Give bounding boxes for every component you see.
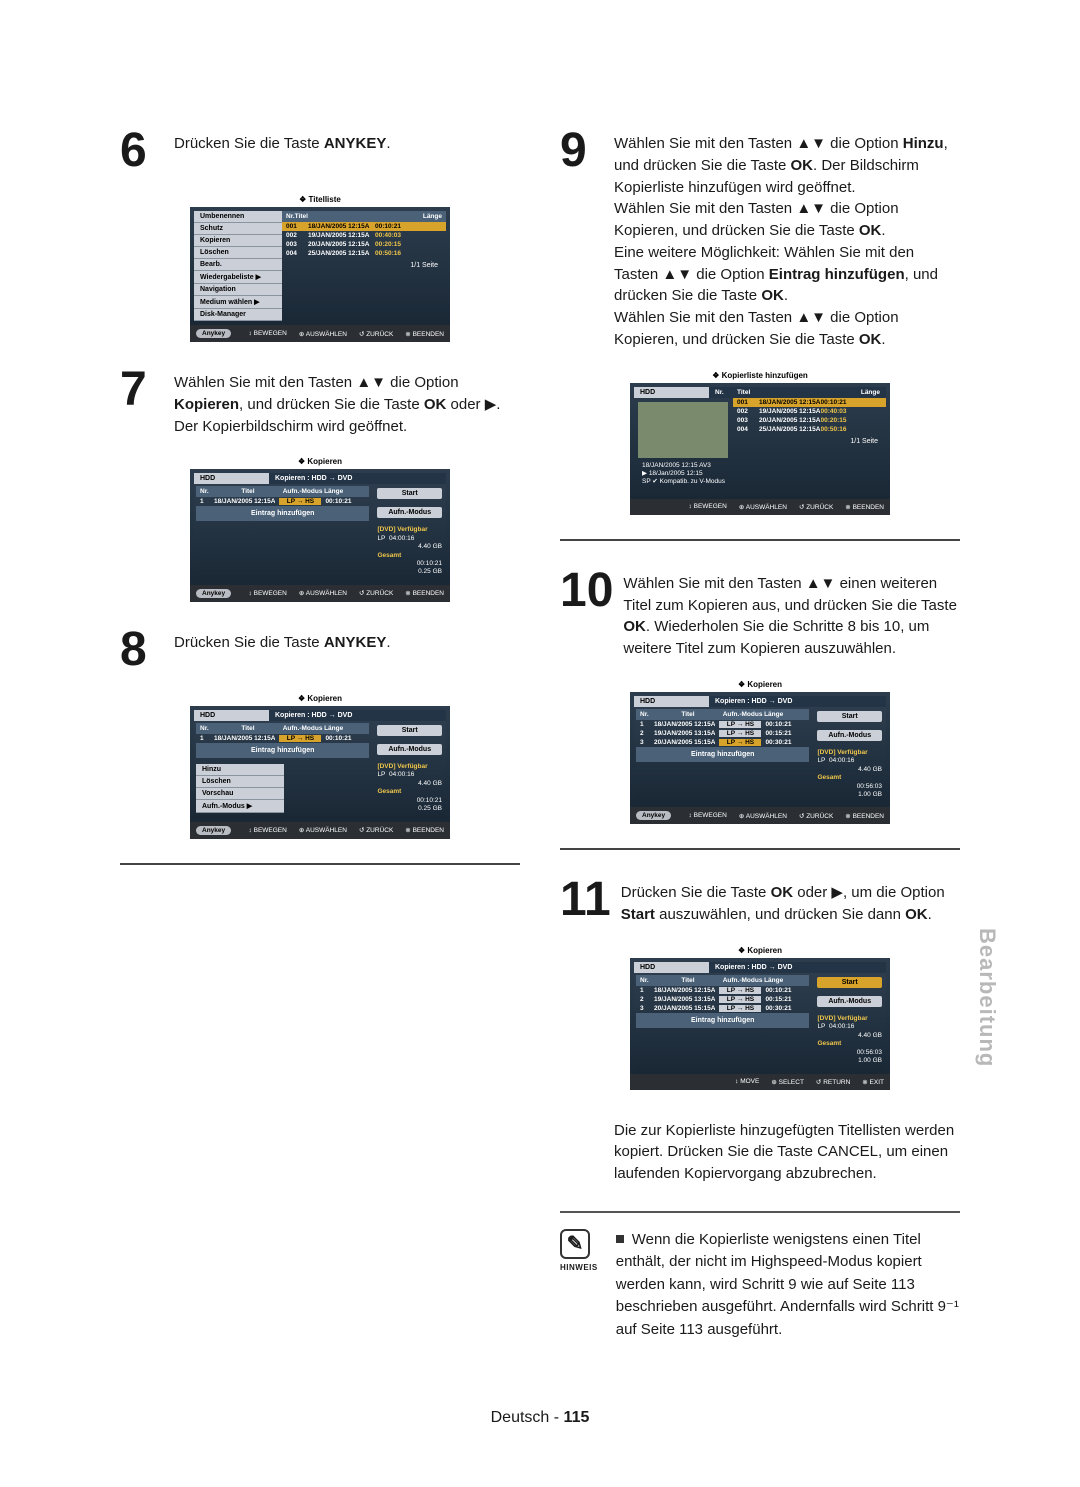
- menu-vorschau[interactable]: Vorschau: [196, 788, 284, 800]
- aufn-button[interactable]: Aufn.-Modus: [817, 996, 882, 1007]
- table-row[interactable]: 00118/JAN/2005 12:15A00:10:21: [282, 222, 446, 231]
- menu-loeschen[interactable]: Löschen: [194, 247, 282, 259]
- menu-bearb[interactable]: Bearb.: [194, 259, 282, 271]
- step-text: Drücken Sie die Taste ANYKEY.: [174, 626, 391, 674]
- dvd-info: [DVD] Verfügbar LP 04:00:16 4.40 GB Gesa…: [377, 526, 442, 577]
- menu-diskmgr[interactable]: Disk-Manager: [194, 309, 282, 321]
- side-tab-bearbeitung: Bearbeitung: [974, 928, 1000, 1067]
- step-text: Wählen Sie mit den Tasten ▲▼ die Option …: [614, 127, 960, 351]
- screenshot-kopieren-2: ❖ Kopieren HDDKopieren : HDD → DVD Nr.Ti…: [190, 694, 450, 839]
- menu-medium[interactable]: Medium wählen: [194, 296, 282, 309]
- note-icon: ✎: [560, 1229, 590, 1259]
- menu-wiedergabeliste[interactable]: Wiedergabeliste: [194, 271, 282, 284]
- table-row[interactable]: 00425/JAN/2005 12:15A00:50:16: [282, 249, 446, 258]
- aufn-button[interactable]: Aufn.-Modus: [377, 507, 442, 518]
- left-column: 6 Drücken Sie die Taste ANYKEY. ❖ Titell…: [120, 127, 520, 891]
- screenshot-title: ❖ Kopierliste hinzufügen: [630, 371, 890, 383]
- step-11: 11 Drücken Sie die Taste OK oder ▶, um d…: [560, 876, 960, 926]
- table-row[interactable]: 118/JAN/2005 12:15ALP → HS00:10:21: [636, 720, 809, 729]
- right-column: 9 Wählen Sie mit den Tasten ▲▼ die Optio…: [560, 127, 960, 1341]
- screenshot-title: ❖ Titelliste: [190, 195, 450, 207]
- step-9: 9 Wählen Sie mit den Tasten ▲▼ die Optio…: [560, 127, 960, 351]
- table-row[interactable]: 320/JAN/2005 15:15ALP → HS00:30:21: [636, 738, 809, 747]
- aufn-button[interactable]: Aufn.-Modus: [377, 744, 442, 755]
- divider: [560, 848, 960, 850]
- table-row[interactable]: 219/JAN/2005 13:15ALP → HS00:15:21: [636, 729, 809, 738]
- screenshot-title: ❖ Kopieren: [190, 457, 450, 469]
- step-8: 8 Drücken Sie die Taste ANYKEY.: [120, 626, 520, 674]
- start-button[interactable]: Start: [377, 488, 442, 499]
- foot-beenden: ⊗ BEENDEN: [405, 330, 444, 338]
- table-row[interactable]: 00219/JAN/2005 12:15A00:40:03: [733, 407, 886, 416]
- suffix: .: [386, 135, 390, 152]
- text: Drücken Sie die Taste: [174, 135, 324, 152]
- table-row[interactable]: 00219/JAN/2005 12:15A00:40:03: [282, 231, 446, 240]
- menu-loeschen[interactable]: Löschen: [196, 776, 284, 788]
- menu-umbenennen[interactable]: Umbenennen: [194, 211, 282, 223]
- step-text: Drücken Sie die Taste ANYKEY.: [174, 127, 391, 175]
- foot-auswaehlen: ⊕ AUSWÄHLEN: [299, 330, 347, 338]
- table-row[interactable]: 118/JAN/2005 12:15ALP → HS00:10:21: [196, 734, 369, 743]
- start-button[interactable]: Start: [817, 977, 882, 988]
- menu-hinzu[interactable]: Hinzu: [196, 764, 284, 776]
- hdd-label: HDD: [194, 473, 269, 484]
- screenshot-kopieren-1: ❖ Kopieren HDDKopieren : HDD → DVD Nr.Ti…: [190, 457, 450, 602]
- table-row[interactable]: 00320/JAN/2005 12:15A00:20:15: [282, 240, 446, 249]
- table-row[interactable]: 219/JAN/2005 13:15ALP → HS00:15:21: [636, 995, 809, 1004]
- aufn-button[interactable]: Aufn.-Modus: [817, 730, 882, 741]
- copy-path: Kopieren : HDD → DVD: [269, 473, 446, 484]
- table-head: Nr. Titel Länge: [282, 211, 446, 222]
- start-button[interactable]: Start: [817, 711, 882, 722]
- menu-kopieren[interactable]: Kopieren: [194, 235, 282, 247]
- key-anykey: ANYKEY: [324, 135, 387, 152]
- screenshot-footer: Anykey ↕ BEWEGEN ⊕ AUSWÄHLEN ↺ ZURÜCK ⊗ …: [190, 325, 450, 342]
- screenshot-kopierliste: ❖ Kopierliste hinzufügen HDDNr.TitelLäng…: [630, 371, 890, 515]
- note-box: ✎ HINWEIS Wenn die Kopierliste wenigsten…: [560, 1211, 960, 1342]
- menu-schutz[interactable]: Schutz: [194, 223, 282, 235]
- manual-page: 6 Drücken Sie die Taste ANYKEY. ❖ Titell…: [0, 0, 1080, 1487]
- left-menu: Umbenennen Schutz Kopieren Löschen Bearb…: [194, 211, 282, 321]
- foot-bewegen: ↕ BEWEGEN: [249, 330, 287, 337]
- table-row[interactable]: 00320/JAN/2005 12:15A00:20:15: [733, 416, 886, 425]
- screenshot-titelliste: ❖ Titelliste Umbenennen Schutz Kopieren …: [190, 195, 450, 342]
- table-row[interactable]: 00425/JAN/2005 12:15A00:50:16: [733, 425, 886, 434]
- screenshot-title: ❖ Kopieren: [190, 694, 450, 706]
- step-7: 7 Wählen Sie mit den Tasten ▲▼ die Optio…: [120, 366, 520, 437]
- menu-aufn[interactable]: Aufn.-Modus: [196, 800, 284, 813]
- anykey-pill: Anykey: [196, 589, 231, 598]
- step-11-trailer: Die zur Kopierliste hinzugefügten Titell…: [614, 1114, 960, 1185]
- pager: 1/1 Seite: [282, 258, 446, 269]
- step-number: 9: [560, 127, 604, 351]
- divider: [120, 863, 520, 865]
- table-row[interactable]: 118/JAN/2005 12:15ALP → HS00:10:21: [636, 986, 809, 995]
- step-text: Wählen Sie mit den Tasten ▲▼ die Option …: [174, 366, 520, 437]
- divider: [560, 539, 960, 541]
- table-row[interactable]: 320/JAN/2005 15:15ALP → HS00:30:21: [636, 1004, 809, 1013]
- add-entry[interactable]: Eintrag hinzufügen: [196, 506, 369, 521]
- screenshot-footer: Anykey ↕ BEWEGEN ⊕ AUSWÄHLEN ↺ ZURÜCK ⊗ …: [190, 585, 450, 602]
- step-number: 11: [560, 876, 611, 926]
- thumbnail-icon: [638, 402, 728, 458]
- note-label: HINWEIS: [560, 1263, 598, 1272]
- note-body: Wenn die Kopierliste wenigstens einen Ti…: [616, 1229, 960, 1342]
- menu-navigation[interactable]: Navigation: [194, 284, 282, 296]
- step-number: 10: [560, 567, 613, 660]
- table-row[interactable]: 00118/JAN/2005 12:15A00:10:21: [733, 398, 886, 407]
- screenshot-kopieren-3: ❖ Kopieren HDDKopieren : HDD → DVD Nr.Ti…: [630, 680, 890, 825]
- bullet-icon: [616, 1235, 624, 1243]
- step-number: 8: [120, 626, 164, 674]
- table-row[interactable]: 118/JAN/2005 12:15ALP → HS00:10:21: [196, 497, 369, 506]
- step-number: 6: [120, 127, 164, 175]
- step-6: 6 Drücken Sie die Taste ANYKEY.: [120, 127, 520, 175]
- step-number: 7: [120, 366, 164, 437]
- step-text: Wählen Sie mit den Tasten ▲▼ einen weite…: [623, 567, 960, 660]
- page-footer: Deutsch - 115: [0, 1409, 1080, 1427]
- foot-zurueck: ↺ ZURÜCK: [359, 330, 393, 338]
- step-10: 10 Wählen Sie mit den Tasten ▲▼ einen we…: [560, 567, 960, 660]
- screenshot-kopieren-4: ❖ Kopieren HDDKopieren : HDD → DVD Nr.Ti…: [630, 946, 890, 1090]
- start-button[interactable]: Start: [377, 725, 442, 736]
- step-text: Drücken Sie die Taste OK oder ▶, um die …: [621, 876, 960, 926]
- anykey-pill: Anykey: [196, 329, 231, 338]
